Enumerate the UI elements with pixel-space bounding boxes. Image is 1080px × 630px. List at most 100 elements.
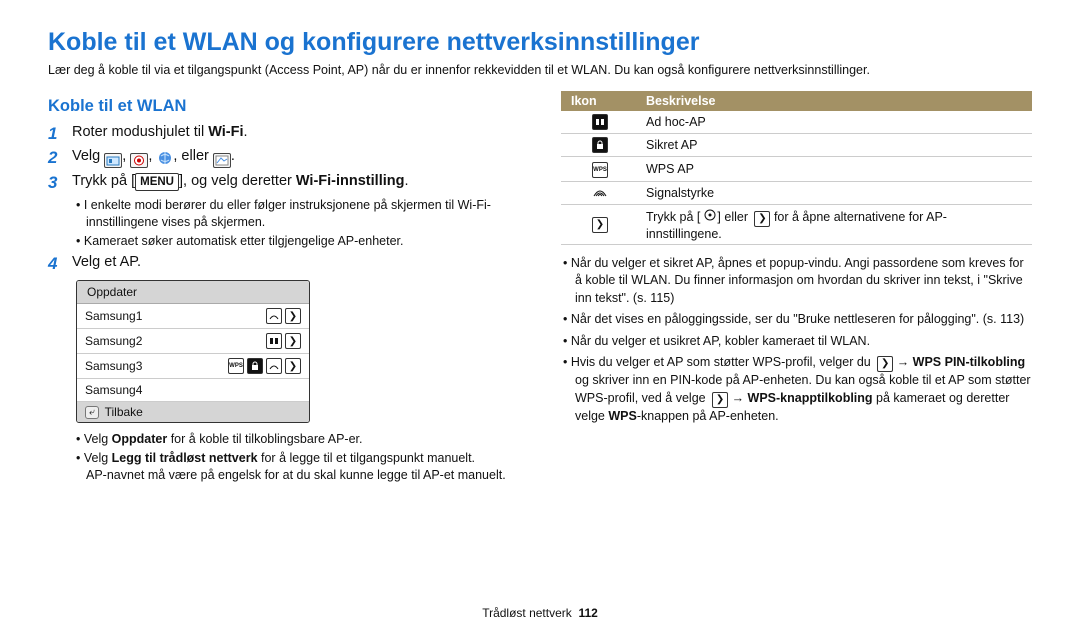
ap-list-footer: ⤶ Tilbake [77,402,309,422]
mode-icon-2 [130,153,148,168]
lock-icon [247,358,263,374]
step-text: Trykk på [MENU], og velg deretter Wi-Fi-… [72,173,519,191]
text: AP-navnet må være på engelsk for at du s… [86,468,506,482]
list-item: Kameraet søker automatisk etter tilgjeng… [86,233,519,250]
table-cell: WPS AP [636,157,1032,182]
signal-icon [593,185,607,199]
mode-icon-3-globe [156,150,173,165]
adhoc-icon [266,333,282,349]
chevron-right-icon: ❯ [877,356,893,372]
table-cell: Sikret AP [636,134,1032,157]
text: → [893,355,912,369]
bold-text: WPS PIN-tilkobling [913,355,1026,369]
chevron-right-icon: ❯ [592,217,608,233]
text: → [728,391,747,405]
chevron-right-icon: ❯ [754,211,770,227]
text: , [122,148,130,164]
mode-icon-4 [213,153,231,168]
step-text: Velg et AP. [72,254,519,270]
text: -knappen på AP-enheten. [637,409,779,423]
right-bullets: Når du velger et sikret AP, åpnes et pop… [561,255,1032,426]
bold-text: WPS [608,409,636,423]
back-button-icon: ⤶ [85,406,99,419]
step3-sublist: I enkelte modi berører du eller følger i… [48,197,519,250]
table-header-beskrivelse: Beskrivelse [636,91,1032,111]
ap-name: Samsung3 [85,359,225,373]
ap-name: Samsung2 [85,334,263,348]
list-item: Når det vises en påloggingsside, ser du … [575,311,1032,329]
signal-icon [266,358,282,374]
text: for å koble til tilkoblingsbare AP-er. [167,432,362,446]
step-2: 2 Velg , , , eller [48,148,519,168]
text: for å legge til et tilgangspunkt manuelt… [258,451,476,465]
text: Velg [84,451,112,465]
icon-table: Ikon Beskrivelse Ad hoc-AP Sikret AP WPS… [561,91,1032,245]
chevron-right-icon: ❯ [712,392,728,408]
ap-name: Samsung4 [85,383,301,397]
table-cell: Trykk på [] eller ❯ for å åpne alternati… [636,205,1032,245]
right-column: Ikon Beskrivelse Ad hoc-AP Sikret AP WPS… [561,91,1032,488]
back-label: Tilbake [105,405,143,419]
text: . [244,124,248,140]
table-header-ikon: Ikon [561,91,636,111]
left-column: Koble til et WLAN 1 Roter modushjulet ti… [48,91,519,488]
chevron-right-icon: ❯ [285,333,301,349]
steps-list-cont: 4 Velg et AP. [48,254,519,274]
ap-row: Samsung1 ❯ [77,304,309,329]
text: Hvis du velger et AP som støtter WPS-pro… [571,355,874,369]
text: ] eller [717,210,751,224]
chevron-right-icon: ❯ [285,358,301,374]
custom-icon [703,208,717,222]
text: . [231,148,235,164]
mode-icon-1 [104,153,122,168]
text: , [148,148,156,164]
bold-text: WPS-knapptilkobling [748,391,873,405]
list-item: I enkelte modi berører du eller følger i… [86,197,519,231]
bold-text: Legg til trådløst nettverk [112,451,258,465]
page-number: 112 [578,606,597,620]
list-item: Når du velger et usikret AP, kobler kame… [575,333,1032,351]
page-footer: Trådløst nettverk 112 [0,606,1080,620]
page-title: Koble til et WLAN og konfigurere nettver… [48,28,1032,57]
wifi-label: Wi-Fi [208,124,243,140]
list-item: Hvis du velger et AP som støtter WPS-pro… [575,354,1032,425]
steps-list: 1 Roter modushjulet til Wi-Fi. 2 Velg , [48,124,519,193]
footer-section: Trådløst nettverk [482,606,572,620]
list-item: Når du velger et sikret AP, åpnes et pop… [575,255,1032,308]
step-number: 1 [48,124,62,144]
text: , eller [173,148,213,164]
step-number: 3 [48,173,62,193]
signal-icon [266,308,282,324]
step-3: 3 Trykk på [MENU], og velg deretter Wi-F… [48,173,519,193]
list-item: Velg Legg til trådløst nettverk for å le… [86,450,519,484]
intro-paragraph: Lær deg å koble til via et tilgangspunkt… [48,63,1032,77]
ap-row: Samsung3 WPS ❯ [77,354,309,379]
section-heading: Koble til et WLAN [48,97,519,116]
wps-icon: WPS [592,162,608,178]
ap-list-illustration: Oppdater Samsung1 ❯ Samsung2 ❯ Sams [76,280,310,423]
list-item: Velg Oppdater for å koble til tilkobling… [86,431,519,448]
text: Velg [84,432,112,446]
text: Trykk på [ [646,210,700,224]
table-cell: Signalstyrke [636,182,1032,205]
text: Trykk på [ [72,173,135,189]
text: . [404,173,408,189]
step-1: 1 Roter modushjulet til Wi-Fi. [48,124,519,144]
ap-row: Samsung2 ❯ [77,329,309,354]
after-list-sublist: Velg Oppdater for å koble til tilkobling… [48,431,519,484]
ap-row: Samsung4 [77,379,309,402]
lock-icon [592,137,608,153]
step-4: 4 Velg et AP. [48,254,519,274]
step-number: 2 [48,148,62,168]
text: Roter modushjulet til [72,124,208,140]
wps-icon: WPS [228,358,244,374]
step-text: Velg , , , eller . [72,148,519,168]
ap-name: Samsung1 [85,309,263,323]
chevron-right-icon: ❯ [285,308,301,324]
step-text: Roter modushjulet til Wi-Fi. [72,124,519,140]
text: Velg [72,148,104,164]
step-number: 4 [48,254,62,274]
adhoc-icon [592,114,608,130]
bold-text: Oppdater [112,432,168,446]
menu-key-icon: MENU [135,173,179,191]
